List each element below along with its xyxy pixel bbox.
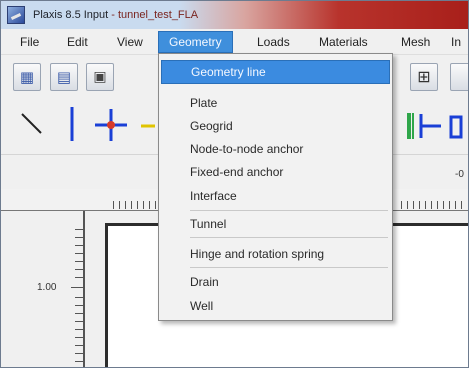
ruler-tick bbox=[461, 201, 462, 209]
ruler-tick bbox=[413, 201, 414, 209]
new-project-icon: ▦ bbox=[19, 67, 35, 86]
ruler-tick bbox=[113, 201, 114, 209]
ruler-tick bbox=[71, 287, 83, 288]
ruler-tick bbox=[75, 337, 83, 338]
node-to-node-anchor-icon[interactable] bbox=[139, 121, 157, 131]
ruler-tick bbox=[75, 237, 83, 238]
ruler-tick bbox=[455, 201, 456, 209]
ruler-tick bbox=[149, 201, 150, 209]
ruler-tick bbox=[443, 201, 444, 209]
ruler-tick bbox=[425, 201, 426, 209]
ruler-tick bbox=[75, 245, 83, 246]
ruler-tick bbox=[75, 329, 83, 330]
ruler-tick bbox=[75, 253, 83, 254]
menu-item-fixed-end-anchor[interactable]: Fixed-end anchor bbox=[161, 160, 390, 184]
title-bar[interactable]: Plaxis 8.5 Input - tunnel_test_FLA bbox=[1, 1, 468, 29]
geometry-line-icon[interactable] bbox=[65, 105, 79, 143]
menu-materials[interactable]: Materials bbox=[319, 31, 368, 53]
menu-edit[interactable]: Edit bbox=[67, 31, 88, 53]
ruler-tick bbox=[155, 201, 156, 209]
menu-file[interactable]: File bbox=[20, 31, 39, 53]
ruler-tick bbox=[75, 269, 83, 270]
top-ruler-label: -0 bbox=[455, 169, 464, 180]
menu-mesh[interactable]: Mesh bbox=[401, 31, 430, 53]
window-title-app: Plaxis 8.5 Input bbox=[33, 9, 109, 21]
menu-geometry[interactable]: Geometry bbox=[158, 31, 233, 53]
menu-bar: File Edit View Geometry Loads Materials … bbox=[1, 29, 468, 55]
plaxis-app-icon[interactable] bbox=[7, 6, 25, 24]
menu-item-well[interactable]: Well bbox=[161, 294, 390, 318]
toolbar-button-partial[interactable] bbox=[450, 63, 468, 91]
ruler-tick bbox=[437, 201, 438, 209]
selection-icon[interactable] bbox=[19, 111, 45, 137]
menu-initial[interactable]: In bbox=[451, 31, 461, 53]
ruler-tick bbox=[75, 297, 83, 298]
material-sets-button[interactable]: ⊞ bbox=[410, 63, 438, 91]
menu-separator bbox=[190, 237, 388, 238]
ruler-tick bbox=[449, 201, 450, 209]
menu-item-drain[interactable]: Drain bbox=[161, 270, 390, 294]
ruler-tick bbox=[401, 201, 402, 209]
menu-item-plate[interactable]: Plate bbox=[161, 91, 390, 115]
material-sets-icon: ⊞ bbox=[417, 67, 431, 86]
save-project-button[interactable]: ▣ bbox=[86, 63, 114, 91]
ruler-tick bbox=[75, 305, 83, 306]
ruler-tick bbox=[407, 201, 408, 209]
ruler-tick bbox=[119, 201, 120, 209]
menu-separator bbox=[190, 267, 388, 268]
menu-separator bbox=[190, 210, 388, 211]
menu-loads[interactable]: Loads bbox=[257, 31, 290, 53]
ruler-tick bbox=[131, 201, 132, 209]
ruler-tick bbox=[75, 353, 83, 354]
tunnel-icon[interactable] bbox=[401, 111, 469, 141]
new-project-button[interactable]: ▦ bbox=[13, 63, 41, 91]
ruler-tick bbox=[137, 201, 138, 209]
menu-item-tunnel[interactable]: Tunnel bbox=[161, 212, 390, 236]
left-ruler-label: 1.00 bbox=[37, 282, 57, 293]
window-title: Plaxis 8.5 Input - tunnel_test_FLA bbox=[33, 9, 198, 21]
menu-item-geogrid[interactable]: Geogrid bbox=[161, 114, 390, 138]
ruler-tick bbox=[419, 201, 420, 209]
menu-view[interactable]: View bbox=[117, 31, 143, 53]
ruler-tick bbox=[125, 201, 126, 209]
ruler-tick bbox=[75, 229, 83, 230]
open-project-icon: ▤ bbox=[56, 67, 72, 86]
plaxis-input-window: Plaxis 8.5 Input - tunnel_test_FLA File … bbox=[0, 0, 469, 368]
open-project-button[interactable]: ▤ bbox=[50, 63, 78, 91]
ruler-tick bbox=[75, 313, 83, 314]
ruler-tick bbox=[75, 321, 83, 322]
menu-item-node-to-node-anchor[interactable]: Node-to-node anchor bbox=[161, 137, 390, 161]
menu-item-hinge-and-rotation-spring[interactable]: Hinge and rotation spring bbox=[161, 242, 390, 266]
ruler-tick bbox=[431, 201, 432, 209]
ruler-tick bbox=[75, 277, 83, 278]
menu-item-interface[interactable]: Interface bbox=[161, 184, 390, 208]
menu-item-geometry-line[interactable]: Geometry line bbox=[161, 60, 390, 84]
save-project-icon: ▣ bbox=[93, 69, 107, 85]
ruler-tick bbox=[75, 361, 83, 362]
ruler-tick bbox=[75, 261, 83, 262]
plate-icon[interactable] bbox=[93, 107, 129, 143]
window-title-file: - tunnel_test_FLA bbox=[108, 9, 199, 21]
vertical-ruler-line bbox=[83, 211, 85, 367]
ruler-tick bbox=[143, 201, 144, 209]
geometry-menu-dropdown: Geometry line Plate Geogrid Node-to-node… bbox=[158, 53, 393, 321]
ruler-tick bbox=[75, 345, 83, 346]
